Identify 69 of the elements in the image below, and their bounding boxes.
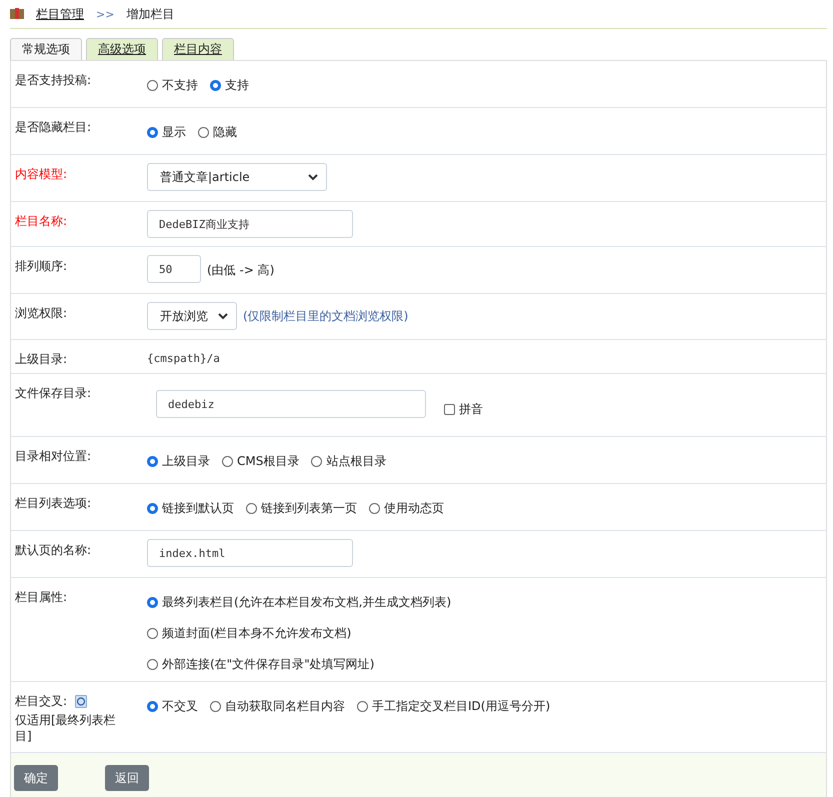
field-label: 默认页的名称: (15, 542, 92, 559)
radio-button[interactable] (210, 80, 221, 91)
tab[interactable]: 常规选项 (10, 38, 82, 60)
radio-label: 不交叉 (162, 698, 198, 715)
book-icon (10, 8, 24, 20)
form-button[interactable]: 确定 (14, 765, 58, 791)
chevron-down-icon (308, 174, 318, 180)
field-label: 栏目名称: (15, 213, 68, 230)
radio-button[interactable] (147, 701, 158, 712)
radio-button[interactable] (311, 456, 322, 467)
radio-label: 手工指定交叉栏目ID(用逗号分开) (372, 698, 550, 715)
radio-label: 上级目录 (162, 453, 210, 470)
radio-button[interactable] (147, 127, 158, 138)
radio-label: 显示 (162, 124, 186, 141)
checkbox-label: 拼音 (459, 400, 483, 418)
breadcrumb-current: 增加栏目 (126, 6, 174, 22)
field-label: 文件保存目录: (15, 385, 92, 402)
help-icon[interactable] (75, 695, 88, 708)
radio-button[interactable] (147, 80, 158, 91)
checkbox[interactable] (444, 404, 455, 414)
field-label: 排列顺序: (15, 258, 68, 275)
field-label: 内容模型: (15, 166, 68, 183)
radio-button[interactable] (222, 456, 233, 467)
radio-button[interactable] (147, 628, 158, 639)
field-label: 上级目录: (15, 351, 68, 368)
radio-button[interactable] (246, 503, 257, 514)
hint-text: 仅适用[最终列表栏目] (15, 712, 117, 744)
text-field[interactable]: 50 (147, 255, 201, 283)
radio-label: 站点根目录 (326, 453, 386, 470)
radio-button[interactable] (369, 503, 380, 514)
field-label: 是否支持投稿: (15, 72, 92, 89)
dropdown[interactable]: 普通文章|article (147, 163, 327, 191)
breadcrumb-link[interactable]: 栏目管理 (36, 6, 84, 22)
hint-text: (仅限制栏目里的文档浏览权限) (243, 308, 408, 325)
text-field[interactable]: DedeBIZ商业支持 (147, 210, 353, 238)
radio-label: 频道封面(栏目本身不允许发布文档) (162, 625, 352, 642)
tab[interactable]: 高级选项 (86, 38, 158, 60)
field-label: 栏目交叉: (15, 693, 68, 710)
dropdown[interactable]: 开放浏览 (147, 302, 237, 330)
radio-button[interactable] (210, 701, 221, 712)
radio-button[interactable] (147, 456, 158, 467)
chevron-down-icon (218, 312, 228, 320)
tab[interactable]: 栏目内容 (162, 38, 234, 60)
field-label: 目录相对位置: (15, 448, 92, 465)
radio-label: 最终列表栏目(允许在本栏目发布文档,并生成文档列表) (162, 594, 452, 611)
field-label: 是否隐藏栏目: (15, 119, 92, 136)
radio-label: 链接到默认页 (162, 500, 234, 517)
radio-label: 使用动态页 (384, 500, 444, 517)
radio-label: 链接到列表第一页 (261, 500, 357, 517)
radio-button[interactable] (198, 127, 209, 138)
hint-text: (由低 -> 高) (207, 262, 274, 278)
breadcrumb-separator: >> (96, 8, 114, 20)
field-label: 栏目属性: (15, 589, 68, 606)
radio-label: 隐藏 (213, 124, 237, 141)
radio-button[interactable] (147, 597, 158, 608)
radio-button[interactable] (147, 503, 158, 514)
radio-button[interactable] (357, 701, 368, 712)
radio-label: 外部连接(在"文件保存目录"处填写网址) (162, 656, 374, 673)
text-field[interactable]: index.html (147, 539, 353, 567)
form-button[interactable]: 返回 (105, 765, 149, 791)
field-label: 栏目列表选项: (15, 495, 92, 512)
text-field[interactable]: dedebiz (156, 390, 426, 418)
field-label: 浏览权限: (15, 305, 68, 322)
radio-label: 自动获取同名栏目内容 (225, 698, 345, 715)
path-text: {cmspath}/a (147, 352, 220, 365)
radio-label: CMS根目录 (237, 453, 300, 470)
radio-label: 不支持 (162, 77, 198, 94)
radio-label: 支持 (225, 77, 249, 94)
radio-button[interactable] (147, 659, 158, 670)
